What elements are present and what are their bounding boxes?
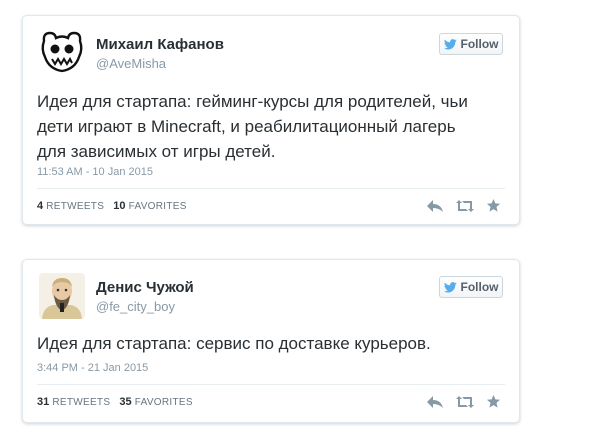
reply-icon[interactable] bbox=[426, 395, 444, 409]
favorites-label: FAVORITES bbox=[128, 201, 187, 212]
follow-button[interactable]: Follow bbox=[439, 33, 503, 55]
tweet-text-line: Идея для стартапа: сервис по доставке ку… bbox=[37, 334, 431, 353]
divider bbox=[37, 188, 505, 189]
favorites-count: 35 bbox=[119, 396, 132, 408]
tweet-card: Денис Чужой @fe_city_boy Follow Идея для… bbox=[22, 259, 520, 423]
follow-label: Follow bbox=[460, 37, 499, 51]
reply-icon[interactable] bbox=[426, 199, 444, 213]
favorite-star-icon[interactable] bbox=[486, 198, 501, 213]
retweets-count: 31 bbox=[37, 396, 50, 408]
retweets-count: 4 bbox=[37, 200, 44, 212]
twitter-bird-icon bbox=[443, 38, 457, 50]
retweets-stat[interactable]: 31 RETWEETS bbox=[37, 396, 111, 408]
divider bbox=[37, 384, 505, 385]
bear-logo-icon[interactable] bbox=[39, 29, 85, 75]
favorites-label: FAVORITES bbox=[134, 397, 193, 408]
follow-label: Follow bbox=[460, 280, 499, 294]
favorites-count: 10 bbox=[113, 200, 126, 212]
user-handle[interactable]: @fe_city_boy bbox=[96, 299, 175, 314]
tweet-actions bbox=[426, 198, 501, 213]
tweet-card: Михаил Кафанов @AveMisha Follow Идея для… bbox=[22, 15, 520, 225]
follow-button[interactable]: Follow bbox=[439, 276, 503, 298]
retweet-icon[interactable] bbox=[455, 395, 475, 409]
person-portrait-icon[interactable] bbox=[39, 273, 85, 319]
tweet-text-line: дети играют в Minecraft, и реабилитацион… bbox=[37, 117, 456, 136]
favorites-stat[interactable]: 10 FAVORITES bbox=[113, 200, 187, 212]
tweet-stats: 4 RETWEETS 10 FAVORITES bbox=[37, 200, 193, 212]
retweets-label: RETWEETS bbox=[46, 201, 105, 212]
retweet-icon[interactable] bbox=[455, 199, 475, 213]
favorites-stat[interactable]: 35 FAVORITES bbox=[119, 396, 193, 408]
tweet-text: Идея для стартапа: сервис по доставке ку… bbox=[37, 331, 507, 356]
tweet-text: Идея для стартапа: гейминг-курсы для род… bbox=[37, 89, 507, 164]
tweet-text-line: для зависимых от игры детей. bbox=[37, 142, 276, 161]
user-handle[interactable]: @AveMisha bbox=[96, 56, 166, 71]
tweet-text-line: Идея для стартапа: гейминг-курсы для род… bbox=[37, 92, 468, 111]
tweet-timestamp[interactable]: 3:44 PM - 21 Jan 2015 bbox=[37, 362, 148, 374]
tweet-actions bbox=[426, 394, 501, 409]
retweets-label: RETWEETS bbox=[52, 397, 111, 408]
retweets-stat[interactable]: 4 RETWEETS bbox=[37, 200, 105, 212]
display-name[interactable]: Михаил Кафанов bbox=[96, 36, 224, 53]
favorite-star-icon[interactable] bbox=[486, 394, 501, 409]
tweet-timestamp[interactable]: 11:53 AM - 10 Jan 2015 bbox=[37, 166, 153, 178]
display-name[interactable]: Денис Чужой bbox=[96, 279, 194, 296]
tweet-stats: 31 RETWEETS 35 FAVORITES bbox=[37, 396, 199, 408]
twitter-bird-icon bbox=[443, 281, 457, 293]
